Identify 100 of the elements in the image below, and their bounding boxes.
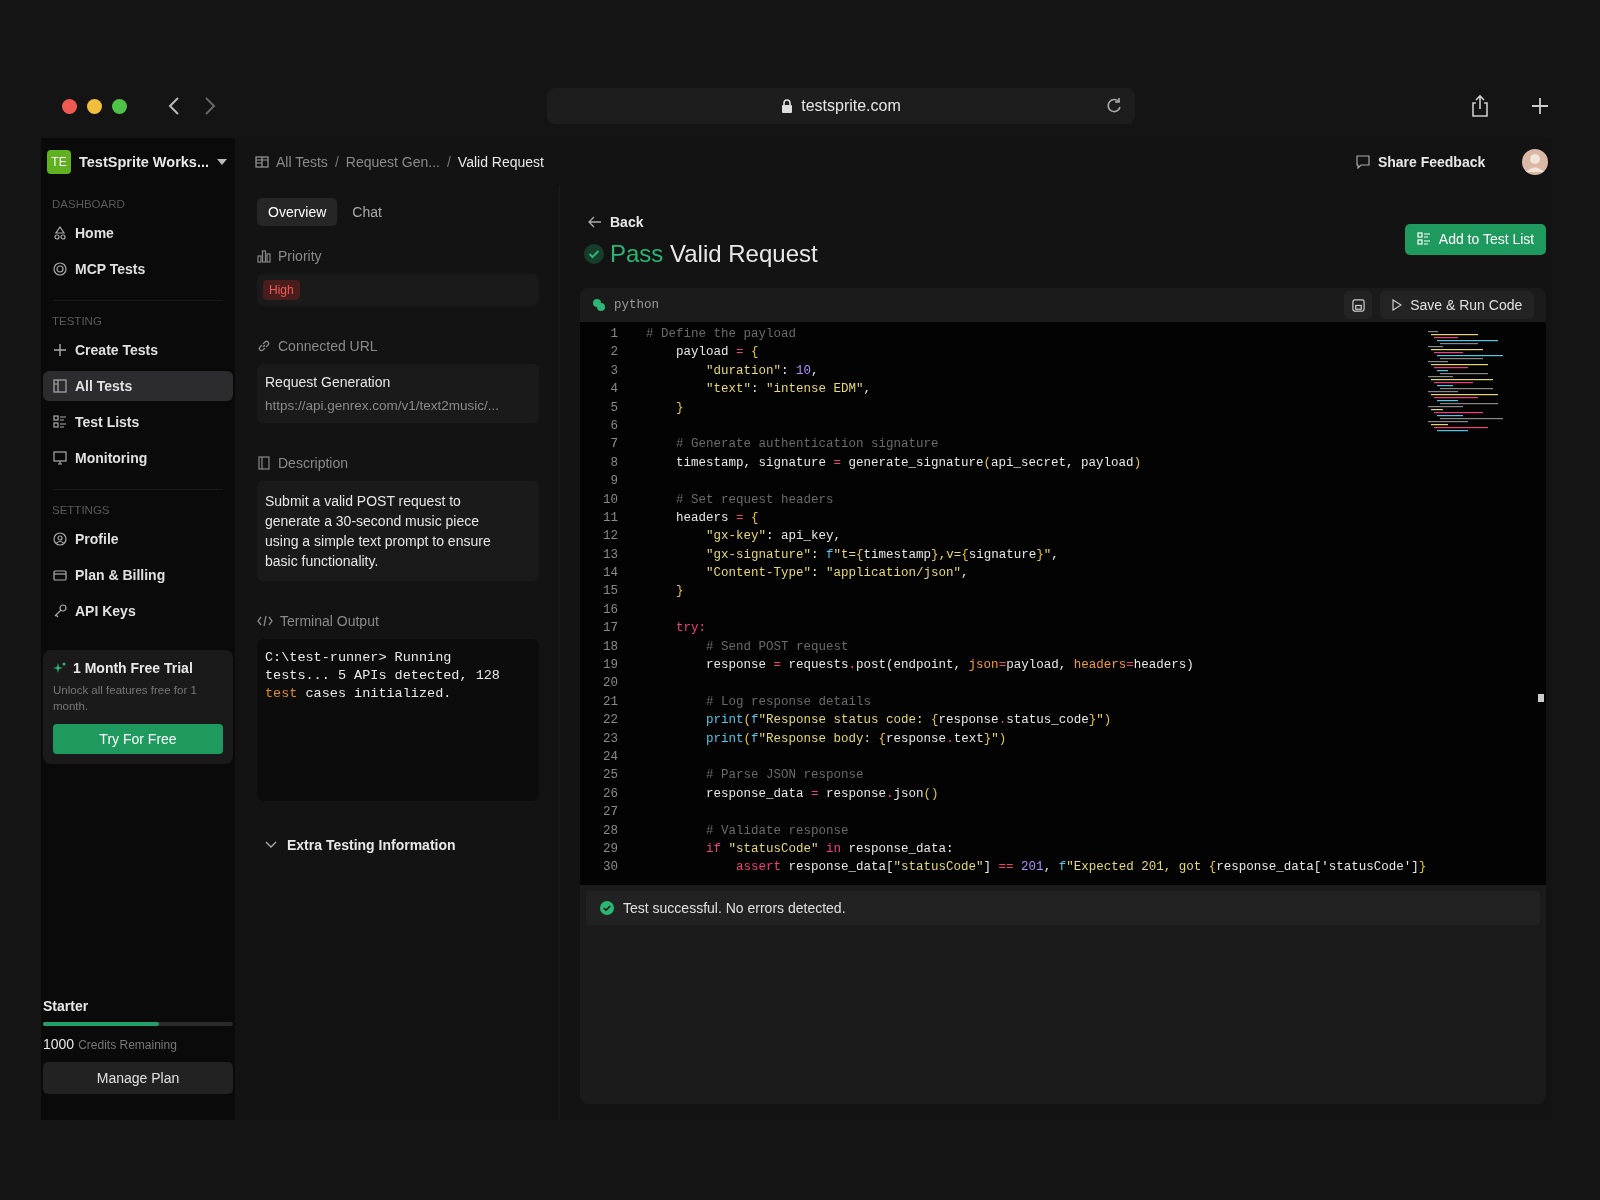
code-line: "gx-key": api_key, [705,528,842,546]
code-line: print(f"Response body: {response.text}") [705,730,1007,748]
line-number: 24 [602,749,618,766]
line-number: 9 [609,473,618,491]
new-tab-icon[interactable] [1530,96,1550,116]
forward-chevron-icon[interactable] [203,96,217,116]
sidebar-item[interactable]: Profile [43,524,233,554]
breadcrumb-link[interactable]: All Tests [276,154,328,170]
line-number: 16 [602,601,618,619]
code-line: response_data = response.json() [705,785,939,803]
plus-icon [53,343,67,357]
section-label: SETTINGS [51,503,111,518]
endpoint-url: https://api.genrex.com/v1/text2music/... [265,398,501,413]
code-line: payload = { [675,344,759,362]
terminal-label: Terminal Output [280,613,379,629]
manage-plan-button[interactable]: Manage Plan [43,1062,233,1094]
save-run-button[interactable]: Save & Run Code [1380,291,1535,319]
workspace-switcher[interactable]: TE TestSprite Works... [41,150,235,174]
breadcrumb-separator: / [446,154,451,170]
link-icon [257,339,271,353]
code-line: # Validate response [705,822,849,840]
play-icon [1392,299,1403,311]
line-number: 15 [602,583,618,601]
scrollbar-marker [1538,694,1545,702]
sidebar-item[interactable]: Monitoring [43,443,233,473]
line-number: 8 [609,454,618,472]
table-icon [255,155,269,169]
sidebar-item[interactable]: MCP Tests [43,254,233,284]
line-number: 17 [602,620,618,638]
line-number: 1 [609,326,618,343]
connected-url-label: Connected URL [278,338,378,354]
code-line: # Send POST request [705,638,849,656]
line-number: 11 [602,509,618,527]
endpoint-name: Request Generation [265,374,392,390]
back-chevron-icon[interactable] [167,96,181,116]
extra-info-toggle[interactable]: Extra Testing Information [257,837,539,853]
line-number: 10 [602,491,618,509]
sidebar-item[interactable]: Home [43,218,233,248]
arrow-left-icon [588,216,602,228]
status-message: Test successful. No errors detected. [623,900,846,916]
key-icon [53,604,67,618]
sidebar-item[interactable]: Plan & Billing [43,560,233,590]
list-icon [1416,232,1431,246]
priority-tag: High [263,280,300,300]
breadcrumb-link[interactable]: Valid Request [457,154,544,170]
code-line: "text": "intense EDM", [705,381,872,399]
caret-icon [217,159,227,165]
section-label: TESTING [51,314,103,329]
plan-name: Starter [43,998,90,1014]
chat-icon [1355,155,1370,169]
code-line: # Parse JSON response [705,767,864,785]
minimize-dot[interactable] [87,98,102,114]
avatar-icon[interactable] [1522,149,1549,175]
share-icon[interactable] [1470,94,1490,118]
close-dot[interactable] [62,98,77,114]
save-button[interactable] [1344,291,1373,319]
chevron-icon [265,841,277,849]
sidebar-item[interactable]: Create Tests [43,335,233,365]
zoom-dot[interactable] [112,98,127,114]
trial-title: 1 Month Free Trial [73,660,193,676]
breadcrumb-link[interactable]: Request Gen... [345,154,440,170]
priority-label: Priority [278,248,322,264]
code-line: "gx-signature": f"t={timestamp},v={signature}", [705,546,1059,564]
lock-icon [781,99,794,113]
code-line: headers = { [675,509,759,527]
code-line: # Set request headers [675,491,834,509]
code-line: "Content-Type": "application/json", [705,565,969,583]
line-number: 28 [602,822,618,840]
add-to-list-button[interactable]: Add to Test List [1404,223,1547,255]
sidebar-item[interactable]: All Tests [43,371,233,401]
code-line: } [675,583,684,601]
line-number: 29 [602,840,618,858]
line-number: 4 [609,381,618,399]
try-button[interactable]: Try For Free [53,724,223,755]
test-title: Pass Valid Request [610,240,818,268]
code-line: # Generate authentication signature [675,436,939,454]
terminal-output: C:\test-runner> Running tests... 5 APIs detected, 128 test cases initialized. [257,639,539,801]
list-icon [53,415,67,429]
tab[interactable]: Overview [257,198,338,226]
line-number: 2 [609,344,618,362]
address-bar[interactable]: testsprite.com [547,88,1135,124]
sidebar-item[interactable]: API Keys [43,596,233,626]
reload-icon[interactable] [1105,97,1123,115]
line-number: 23 [602,730,618,748]
sidebar-item[interactable]: Test Lists [43,407,233,437]
tab[interactable]: Chat [341,198,393,226]
monitor-icon [53,451,67,465]
line-number: 13 [602,546,618,564]
python-icon [592,298,606,312]
table-icon [53,379,67,393]
description-label: Description [278,455,349,471]
line-number: 14 [602,565,618,583]
line-number: 26 [602,785,618,803]
code-line: response = requests.post(endpoint, json=payload, headers=headers) [705,657,1194,675]
share-feedback-link[interactable]: Share Feedback [1355,154,1486,170]
code-icon [257,614,273,628]
line-number: 20 [602,675,618,693]
line-number: 21 [602,693,618,711]
code-line: try: [675,620,706,638]
code-line: timestamp, signature = generate_signature(api_secret, payload) [675,454,1142,472]
